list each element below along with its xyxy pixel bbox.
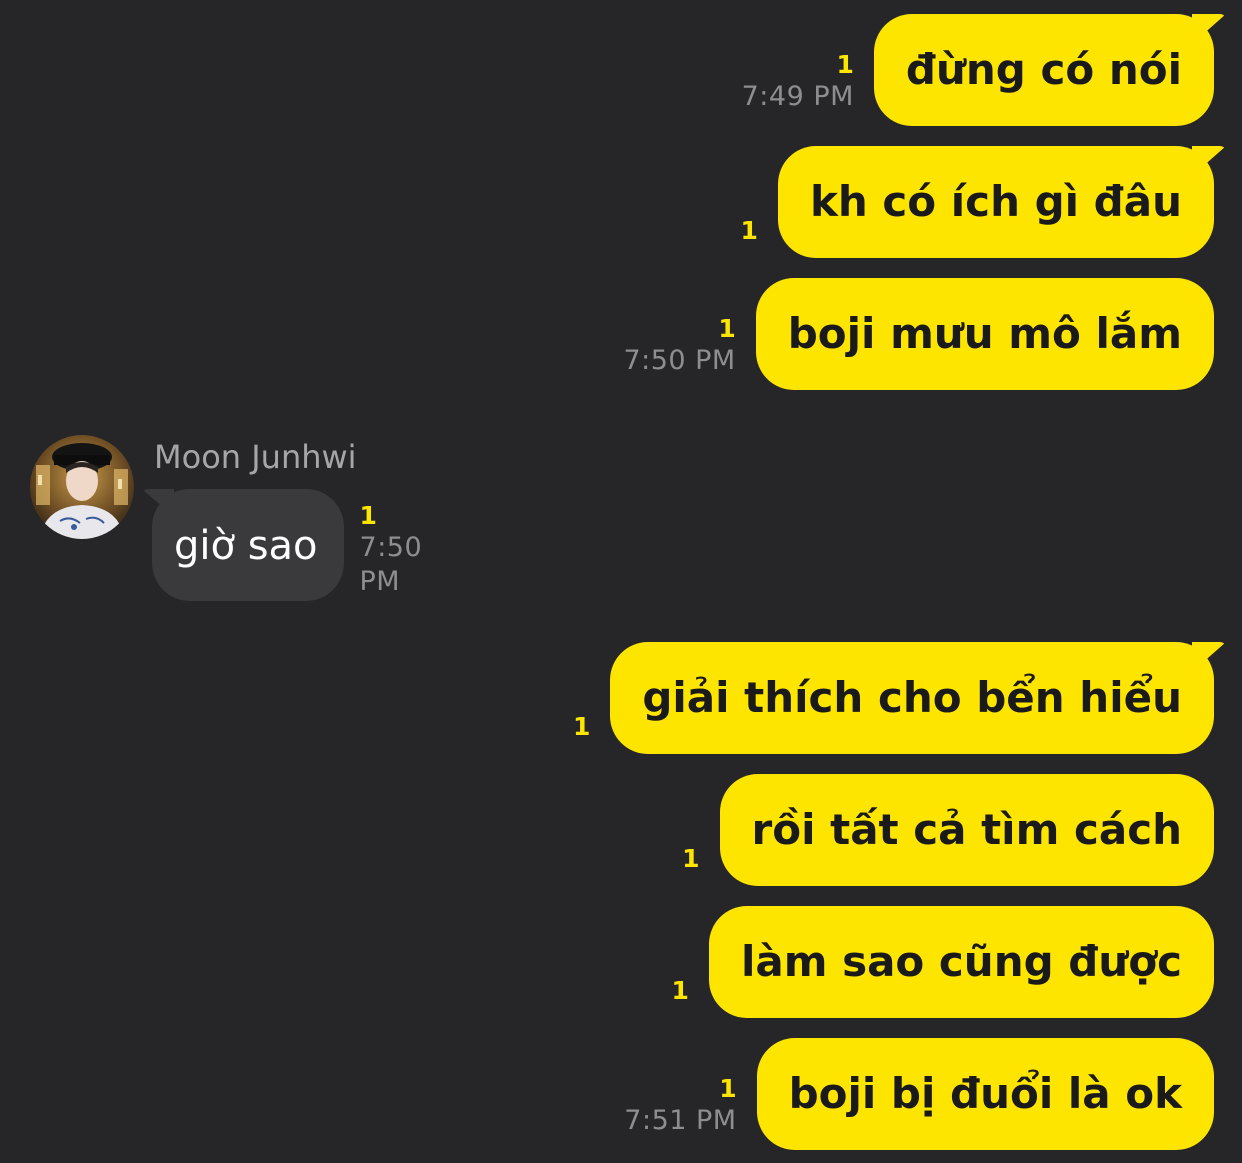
outgoing-message[interactable]: 1 rồi tất cả tìm cách [682, 774, 1214, 886]
message-meta: 1 7:49 PM [742, 50, 854, 126]
message-bubble[interactable]: kh có ích gì đâu [777, 146, 1214, 258]
unread-count: 1 [572, 712, 591, 741]
unread-count: 1 [740, 216, 758, 245]
outgoing-message[interactable]: 1 kh có ích gì đâu [741, 146, 1214, 258]
message-meta: 1 7:50 PM [360, 501, 423, 601]
message-bubble[interactable]: làm sao cũng được [708, 906, 1214, 1018]
sender-name: Moon Junhwi [154, 438, 357, 476]
message-time: 7:50 PM [359, 532, 423, 597]
unread-count: 1 [671, 976, 689, 1005]
message-meta: 1 [741, 216, 758, 258]
unread-count: 1 [836, 50, 854, 79]
message-meta: 1 7:50 PM [623, 314, 735, 390]
unread-count: 1 [682, 844, 700, 873]
unread-count: 1 [719, 1074, 737, 1103]
message-bubble[interactable]: boji bị đuổi là ok [756, 1038, 1214, 1150]
unread-count: 1 [359, 501, 377, 530]
message-meta: 1 [573, 712, 590, 754]
message-meta: 1 [672, 976, 689, 1018]
outgoing-message[interactable]: 1 7:50 PM boji mưu mô lắm [623, 278, 1214, 390]
message-time: 7:50 PM [623, 345, 736, 376]
message-meta: 1 7:51 PM [624, 1074, 736, 1150]
message-bubble[interactable]: giờ sao [152, 489, 344, 601]
message-time: 7:51 PM [624, 1105, 737, 1136]
message-bubble[interactable]: đừng có nói [873, 14, 1214, 126]
message-bubble[interactable]: rồi tất cả tìm cách [719, 774, 1214, 886]
message-meta: 1 [682, 844, 699, 886]
outgoing-message[interactable]: 1 giải thích cho bển hiểu [573, 642, 1214, 754]
unread-count: 1 [718, 314, 736, 343]
message-bubble[interactable]: boji mưu mô lắm [755, 278, 1214, 390]
outgoing-message[interactable]: 1 làm sao cũng được [672, 906, 1214, 1018]
incoming-row: giờ sao 1 7:50 PM [152, 489, 422, 601]
outgoing-message[interactable]: 1 7:49 PM đừng có nói [742, 14, 1214, 126]
outgoing-message[interactable]: 1 7:51 PM boji bị đuổi là ok [624, 1038, 1214, 1150]
message-bubble[interactable]: giải thích cho bển hiểu [610, 642, 1214, 754]
avatar[interactable] [30, 435, 134, 539]
message-time: 7:49 PM [741, 81, 854, 112]
profile-photo-icon [30, 435, 134, 539]
